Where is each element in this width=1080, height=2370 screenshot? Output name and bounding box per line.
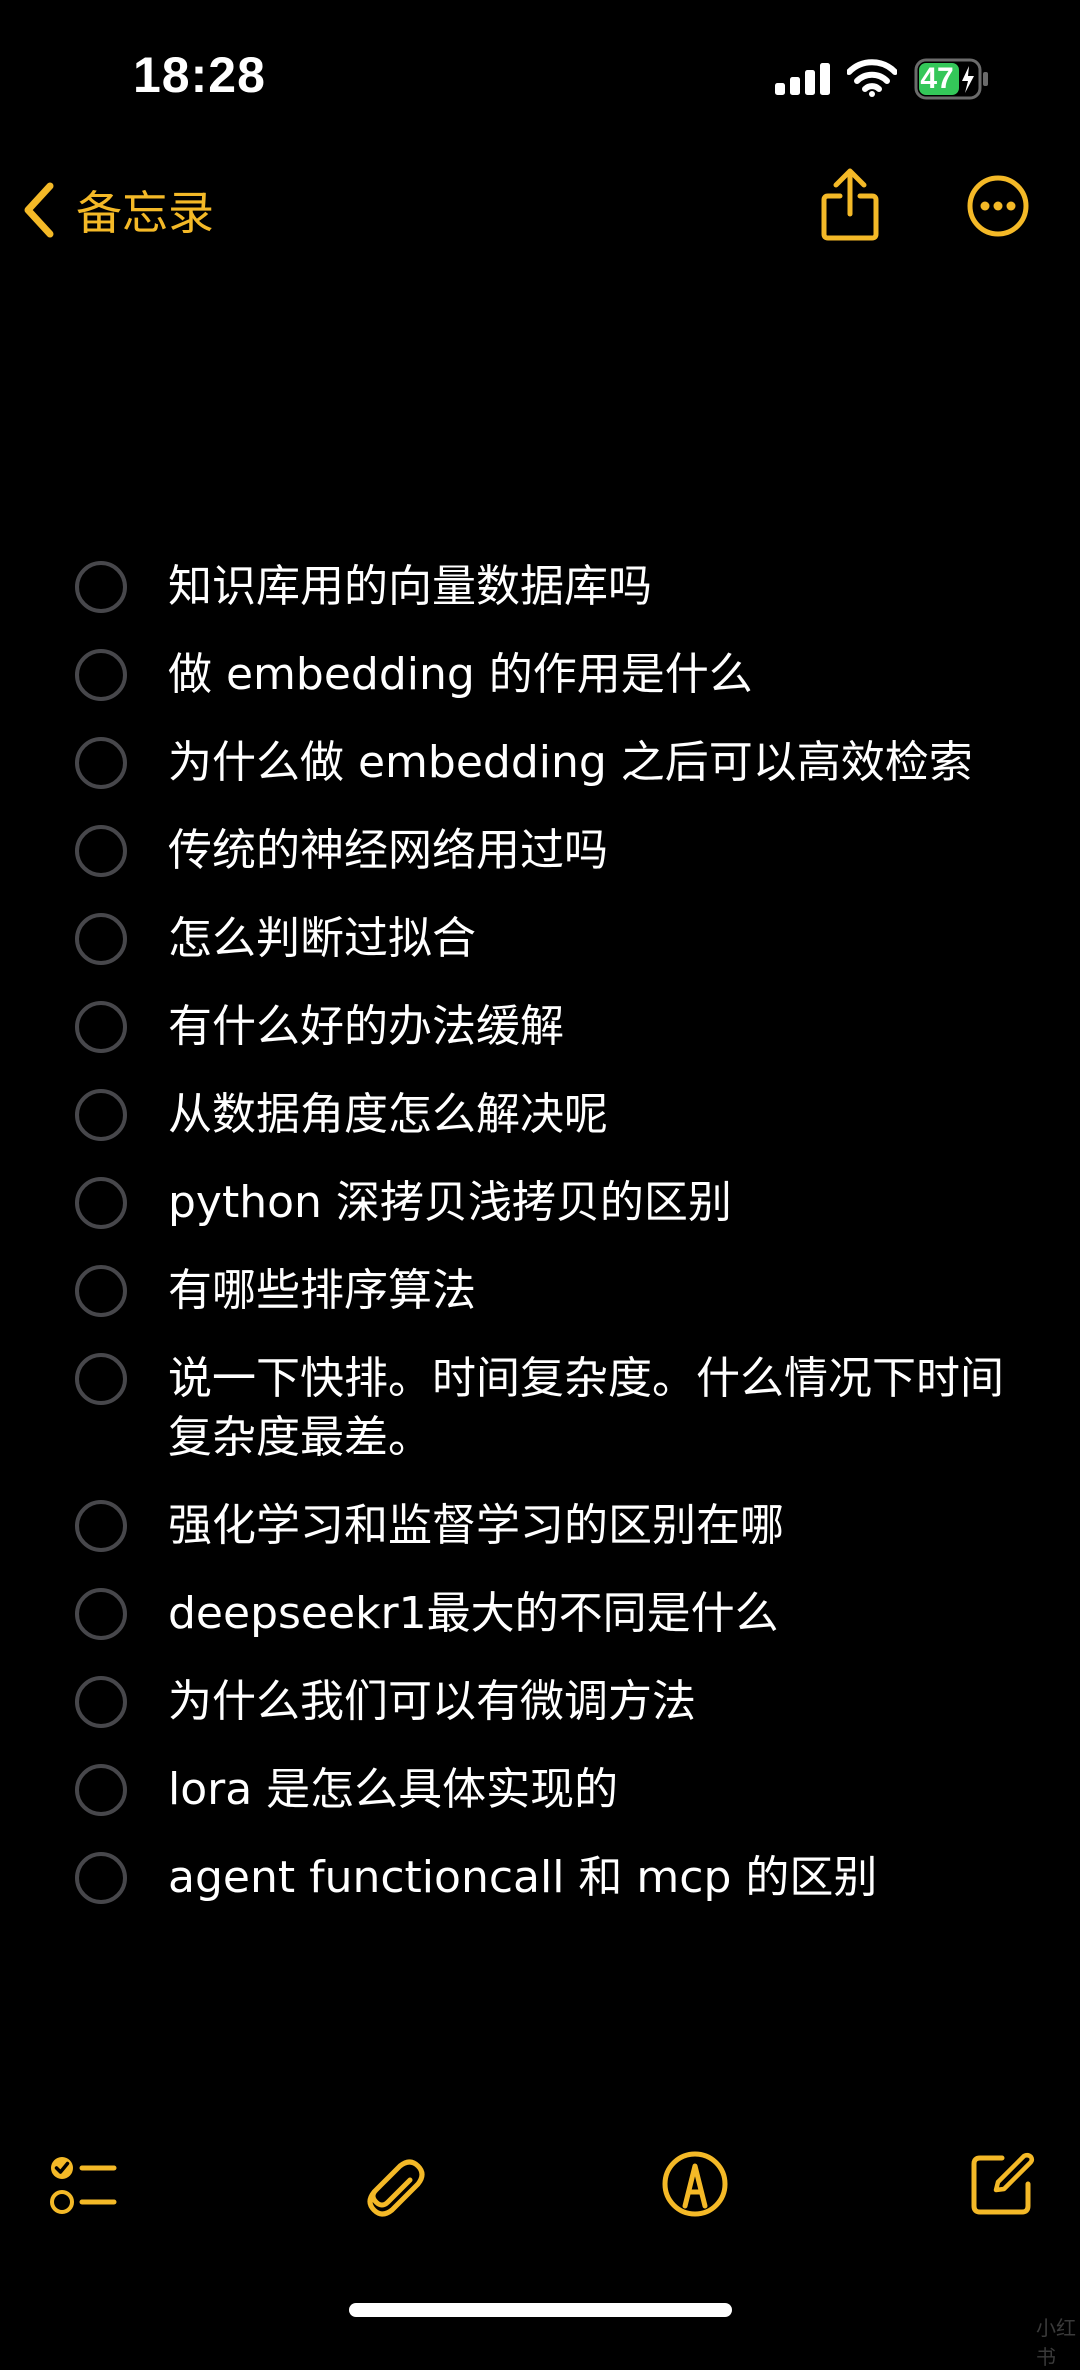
compose-icon[interactable]: [968, 2150, 1036, 2218]
battery-charging-icon: 47: [914, 58, 992, 100]
list-item: 怎么判断过拟合: [0, 899, 1080, 987]
list-item-text[interactable]: 传统的神经网络用过吗: [168, 811, 1028, 880]
list-item-text[interactable]: 说一下快排。时间复杂度。什么情况下时间复杂度最差。: [168, 1339, 1028, 1467]
checkbox[interactable]: [75, 649, 127, 701]
list-item: 有什么好的办法缓解: [0, 987, 1080, 1075]
checkbox[interactable]: [75, 561, 127, 613]
checkbox[interactable]: [75, 1353, 127, 1405]
checkbox[interactable]: [75, 1676, 127, 1728]
list-item-text[interactable]: 为什么我们可以有微调方法: [168, 1662, 1028, 1731]
checkbox[interactable]: [75, 1001, 127, 1053]
status-time: 18:28: [133, 47, 266, 103]
list-item-text[interactable]: 有什么好的办法缓解: [168, 987, 1028, 1056]
list-item-text[interactable]: 做 embedding 的作用是什么: [168, 635, 1028, 704]
watermark: 小红书: [1036, 2316, 1076, 2369]
list-item-text[interactable]: 知识库用的向量数据库吗: [168, 547, 1028, 616]
checklist: 知识库用的向量数据库吗 做 embedding 的作用是什么 为什么做 embe…: [0, 547, 1080, 1926]
status-bar: 18:28 47: [0, 0, 1080, 140]
list-item-text[interactable]: lora 是怎么具体实现的: [168, 1750, 1028, 1819]
list-item: python 深拷贝浅拷贝的区别: [0, 1163, 1080, 1251]
share-icon[interactable]: [818, 166, 882, 244]
list-item: lora 是怎么具体实现的: [0, 1750, 1080, 1838]
list-item: 为什么我们可以有微调方法: [0, 1662, 1080, 1750]
wifi-icon: [847, 59, 897, 97]
list-item: deepseekr1最大的不同是什么: [0, 1574, 1080, 1662]
paperclip-icon[interactable]: [356, 2150, 428, 2222]
checkbox[interactable]: [75, 1500, 127, 1552]
markup-pen-icon[interactable]: [661, 2150, 729, 2218]
checkbox[interactable]: [75, 1764, 127, 1816]
list-item: 从数据角度怎么解决呢: [0, 1075, 1080, 1163]
list-item: agent functioncall 和 mcp 的区别: [0, 1838, 1080, 1926]
list-item: 有哪些排序算法: [0, 1251, 1080, 1339]
battery-level: 47: [920, 62, 954, 95]
checklist-icon[interactable]: [48, 2150, 120, 2222]
list-item-text[interactable]: 有哪些排序算法: [168, 1251, 1028, 1320]
checkbox[interactable]: [75, 1177, 127, 1229]
back-label: 备忘录: [76, 186, 214, 240]
bottom-toolbar: [0, 2150, 1080, 2230]
list-item: 做 embedding 的作用是什么: [0, 635, 1080, 723]
cellular-signal-icon: [775, 63, 830, 95]
list-item-text[interactable]: 强化学习和监督学习的区别在哪: [168, 1486, 1028, 1555]
list-item-text[interactable]: agent functioncall 和 mcp 的区别: [168, 1838, 1028, 1907]
checkbox[interactable]: [75, 1588, 127, 1640]
checkbox[interactable]: [75, 737, 127, 789]
back-button[interactable]: 备忘录: [22, 172, 214, 248]
list-item: 传统的神经网络用过吗: [0, 811, 1080, 899]
checkbox[interactable]: [75, 1265, 127, 1317]
list-item: 知识库用的向量数据库吗: [0, 547, 1080, 635]
list-item-text[interactable]: 怎么判断过拟合: [168, 899, 1028, 968]
checkbox[interactable]: [75, 1852, 127, 1904]
checkbox[interactable]: [75, 825, 127, 877]
ellipsis-circle-icon[interactable]: [966, 174, 1030, 238]
list-item-text[interactable]: 为什么做 embedding 之后可以高效检索: [168, 723, 1028, 792]
checkbox[interactable]: [75, 913, 127, 965]
home-indicator[interactable]: [349, 2303, 732, 2317]
list-item: 为什么做 embedding 之后可以高效检索: [0, 723, 1080, 811]
list-item-text[interactable]: deepseekr1最大的不同是什么: [168, 1574, 1028, 1643]
list-item-text[interactable]: python 深拷贝浅拷贝的区别: [168, 1163, 1028, 1232]
checkbox[interactable]: [75, 1089, 127, 1141]
list-item: 说一下快排。时间复杂度。什么情况下时间复杂度最差。: [0, 1339, 1080, 1486]
list-item-text[interactable]: 从数据角度怎么解决呢: [168, 1075, 1028, 1144]
chevron-left-icon: [24, 182, 54, 238]
list-item: 强化学习和监督学习的区别在哪: [0, 1486, 1080, 1574]
nav-bar: 备忘录: [0, 160, 1080, 260]
